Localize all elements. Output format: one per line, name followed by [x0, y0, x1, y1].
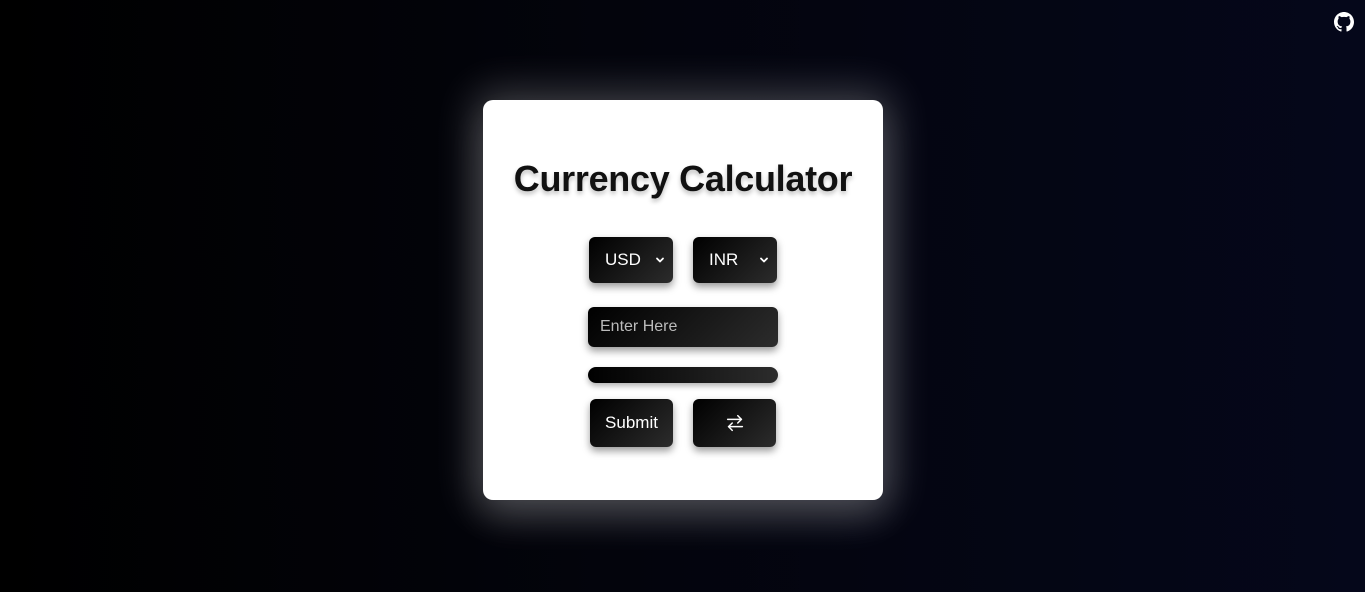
from-currency-select[interactable]: USD — [589, 237, 673, 283]
submit-button[interactable]: Submit — [590, 399, 673, 447]
github-icon — [1334, 12, 1354, 32]
chevron-down-icon — [759, 237, 769, 283]
amount-input-placeholder: Enter Here — [600, 318, 678, 335]
to-currency-select[interactable]: INR — [693, 237, 777, 283]
chevron-down-icon — [655, 237, 665, 283]
github-link[interactable] — [1334, 12, 1354, 32]
submit-button-label: Submit — [605, 413, 658, 432]
calculator-card: Currency Calculator USD INR Enter Here S… — [483, 100, 883, 500]
amount-input[interactable]: Enter Here — [588, 307, 778, 347]
to-currency-value: INR — [709, 250, 739, 269]
swap-arrows-icon — [724, 412, 746, 434]
swap-button[interactable] — [693, 399, 776, 447]
page-title: Currency Calculator — [513, 158, 853, 199]
result-display — [588, 367, 778, 383]
from-currency-value: USD — [605, 250, 641, 269]
